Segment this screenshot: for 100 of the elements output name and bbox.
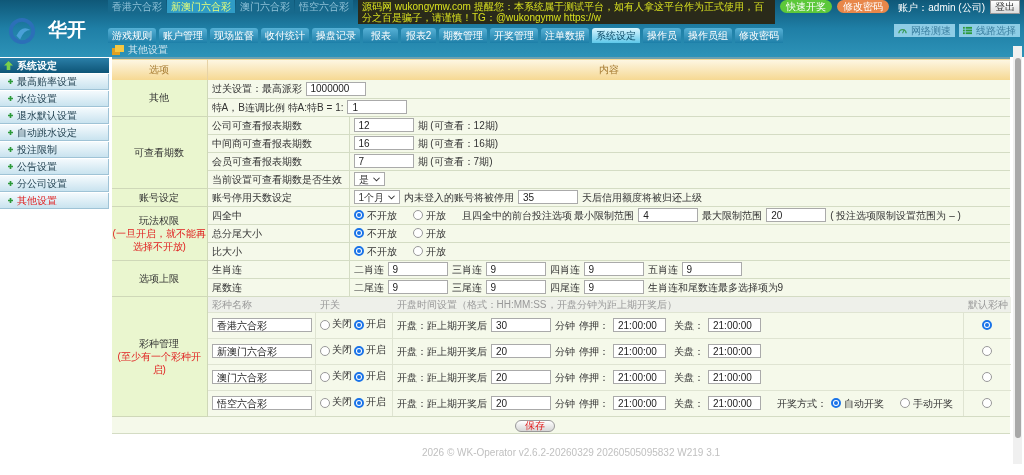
input-field[interactable]: 9 bbox=[583, 262, 644, 276]
field-label: 二肖连 bbox=[353, 262, 384, 277]
input-field[interactable]: 1000000 bbox=[305, 81, 366, 96]
dropdown[interactable]: 1个月 bbox=[353, 190, 401, 204]
sidebar-item[interactable]: 投注限制 bbox=[0, 142, 109, 158]
radio-label: 手动开奖 bbox=[913, 396, 953, 411]
input-field[interactable]: 9 bbox=[681, 262, 742, 276]
input-field[interactable]: 30 bbox=[491, 318, 551, 332]
field-label: 开盘：距上期开奖后 bbox=[397, 396, 487, 411]
radio-button[interactable] bbox=[412, 228, 423, 238]
input-field[interactable]: 香港六合彩 bbox=[211, 318, 312, 332]
sidebar-item[interactable]: 最高赔率设置 bbox=[0, 74, 109, 90]
field-label: 停押： bbox=[579, 370, 609, 385]
radio-button[interactable] bbox=[353, 246, 364, 256]
radio-button[interactable] bbox=[353, 210, 364, 220]
input-field[interactable]: 20 bbox=[491, 370, 551, 384]
sidebar-item[interactable]: 自动跳水设定 bbox=[0, 125, 109, 141]
scrollbar[interactable] bbox=[1013, 46, 1022, 464]
input-field[interactable]: 20 bbox=[491, 396, 551, 411]
input-field[interactable]: 21:00:00 bbox=[708, 344, 761, 358]
radio-button[interactable] bbox=[982, 320, 993, 330]
field-label: 停押： bbox=[579, 396, 609, 411]
input-field[interactable]: 12 bbox=[353, 118, 414, 132]
input-field[interactable]: 1 bbox=[347, 100, 408, 114]
input-field[interactable]: 21:00:00 bbox=[613, 344, 666, 358]
radio-label: 自动开奖 bbox=[844, 396, 884, 411]
field-label: 期 (可查看：7期) bbox=[417, 154, 493, 169]
input-field[interactable]: 21:00:00 bbox=[708, 370, 761, 384]
field-label: 关盘： bbox=[674, 344, 704, 359]
input-field[interactable]: 21:00:00 bbox=[613, 318, 666, 332]
field-label: 停押： bbox=[579, 318, 609, 333]
input-field[interactable]: 9 bbox=[387, 262, 448, 276]
dropdown[interactable]: 是 bbox=[353, 172, 385, 186]
input-field[interactable]: 9 bbox=[387, 280, 448, 294]
radio-button[interactable] bbox=[320, 320, 330, 330]
radio-button[interactable] bbox=[900, 398, 910, 409]
field-label: 期 (可查看：12期) bbox=[417, 118, 499, 133]
sidebar-item[interactable]: 其他设置 bbox=[0, 193, 109, 209]
field-label: 特A，B连调比例 特A:特B = 1: bbox=[211, 100, 344, 115]
input-field[interactable]: 澳门六合彩 bbox=[211, 370, 312, 384]
input-field[interactable]: 新澳门六合彩 bbox=[211, 344, 312, 358]
input-field[interactable]: 35 bbox=[518, 190, 579, 204]
field-label: 四肖连 bbox=[549, 262, 580, 277]
radio-button[interactable] bbox=[353, 228, 364, 238]
input-field[interactable]: 20 bbox=[766, 208, 827, 222]
plus-icon bbox=[8, 113, 13, 118]
plus-icon bbox=[8, 147, 13, 152]
input-field[interactable]: 9 bbox=[583, 280, 644, 294]
field-label: 生肖连和尾数连最多选择项为9 bbox=[647, 280, 784, 295]
radio-label: 开启 bbox=[366, 318, 387, 330]
radio-button[interactable] bbox=[320, 398, 330, 409]
radio-button[interactable] bbox=[320, 372, 330, 382]
section-note: (一旦开启，就不能再选择不开放) bbox=[112, 228, 207, 253]
input-field[interactable]: 16 bbox=[353, 136, 414, 150]
field-label: 分钟 bbox=[555, 370, 575, 385]
input-field[interactable]: 4 bbox=[638, 208, 699, 222]
field-label: 三尾连 bbox=[451, 280, 482, 295]
logout-button[interactable]: 登出 bbox=[990, 0, 1020, 14]
radio-label: 关闭 bbox=[332, 396, 353, 409]
row-label: 会员可查看报表期数 bbox=[207, 152, 349, 170]
sidebar-label: 公告设置 bbox=[17, 161, 57, 172]
field-label: 四尾连 bbox=[549, 280, 580, 295]
radio-button[interactable] bbox=[982, 398, 993, 409]
sidebar-item[interactable]: 公告设置 bbox=[0, 159, 109, 175]
nav-tab[interactable]: 系统设定 bbox=[592, 28, 640, 43]
radio-button[interactable] bbox=[354, 346, 364, 356]
radio-button[interactable] bbox=[982, 372, 993, 382]
radio-button[interactable] bbox=[831, 398, 841, 409]
radio-button[interactable] bbox=[354, 398, 364, 409]
radio-label: 开启 bbox=[366, 370, 387, 382]
logo-icon bbox=[8, 16, 36, 45]
sidebar-item[interactable]: 分公司设置 bbox=[0, 176, 109, 192]
section-note: (至少有一个彩种开启) bbox=[116, 351, 202, 377]
caret-icon bbox=[372, 176, 380, 182]
radio-button[interactable] bbox=[354, 320, 364, 330]
sidebar-item[interactable]: 水位设置 bbox=[0, 91, 109, 107]
radio-button[interactable] bbox=[982, 346, 993, 356]
save-button[interactable]: 保存 bbox=[515, 419, 555, 432]
input-field[interactable]: 21:00:00 bbox=[708, 396, 761, 411]
input-field[interactable]: 21:00:00 bbox=[613, 396, 666, 411]
tool-label: 线路选择 bbox=[976, 25, 1016, 36]
radio-button[interactable] bbox=[412, 246, 423, 256]
radio-label: 开放 bbox=[425, 208, 446, 223]
radio-button[interactable] bbox=[320, 346, 330, 356]
input-field[interactable]: 21:00:00 bbox=[708, 318, 761, 332]
input-field[interactable]: 9 bbox=[485, 280, 546, 294]
input-field[interactable]: 7 bbox=[353, 154, 414, 168]
radio-button[interactable] bbox=[412, 210, 423, 220]
radio-button[interactable] bbox=[354, 372, 364, 382]
plus-icon bbox=[8, 164, 13, 169]
input-field[interactable]: 9 bbox=[485, 262, 546, 276]
row-label: 比大小 bbox=[207, 242, 349, 260]
input-field[interactable]: 21:00:00 bbox=[613, 370, 666, 384]
input-field[interactable]: 20 bbox=[491, 344, 551, 358]
list-icon bbox=[963, 26, 972, 35]
tool-label: 网络测速 bbox=[911, 25, 951, 36]
input-field[interactable]: 悟空六合彩 bbox=[211, 396, 312, 411]
caret-icon bbox=[388, 194, 396, 200]
sidebar-item[interactable]: 退水默认设置 bbox=[0, 108, 109, 124]
row-label: 公司可查看报表期数 bbox=[207, 116, 349, 134]
